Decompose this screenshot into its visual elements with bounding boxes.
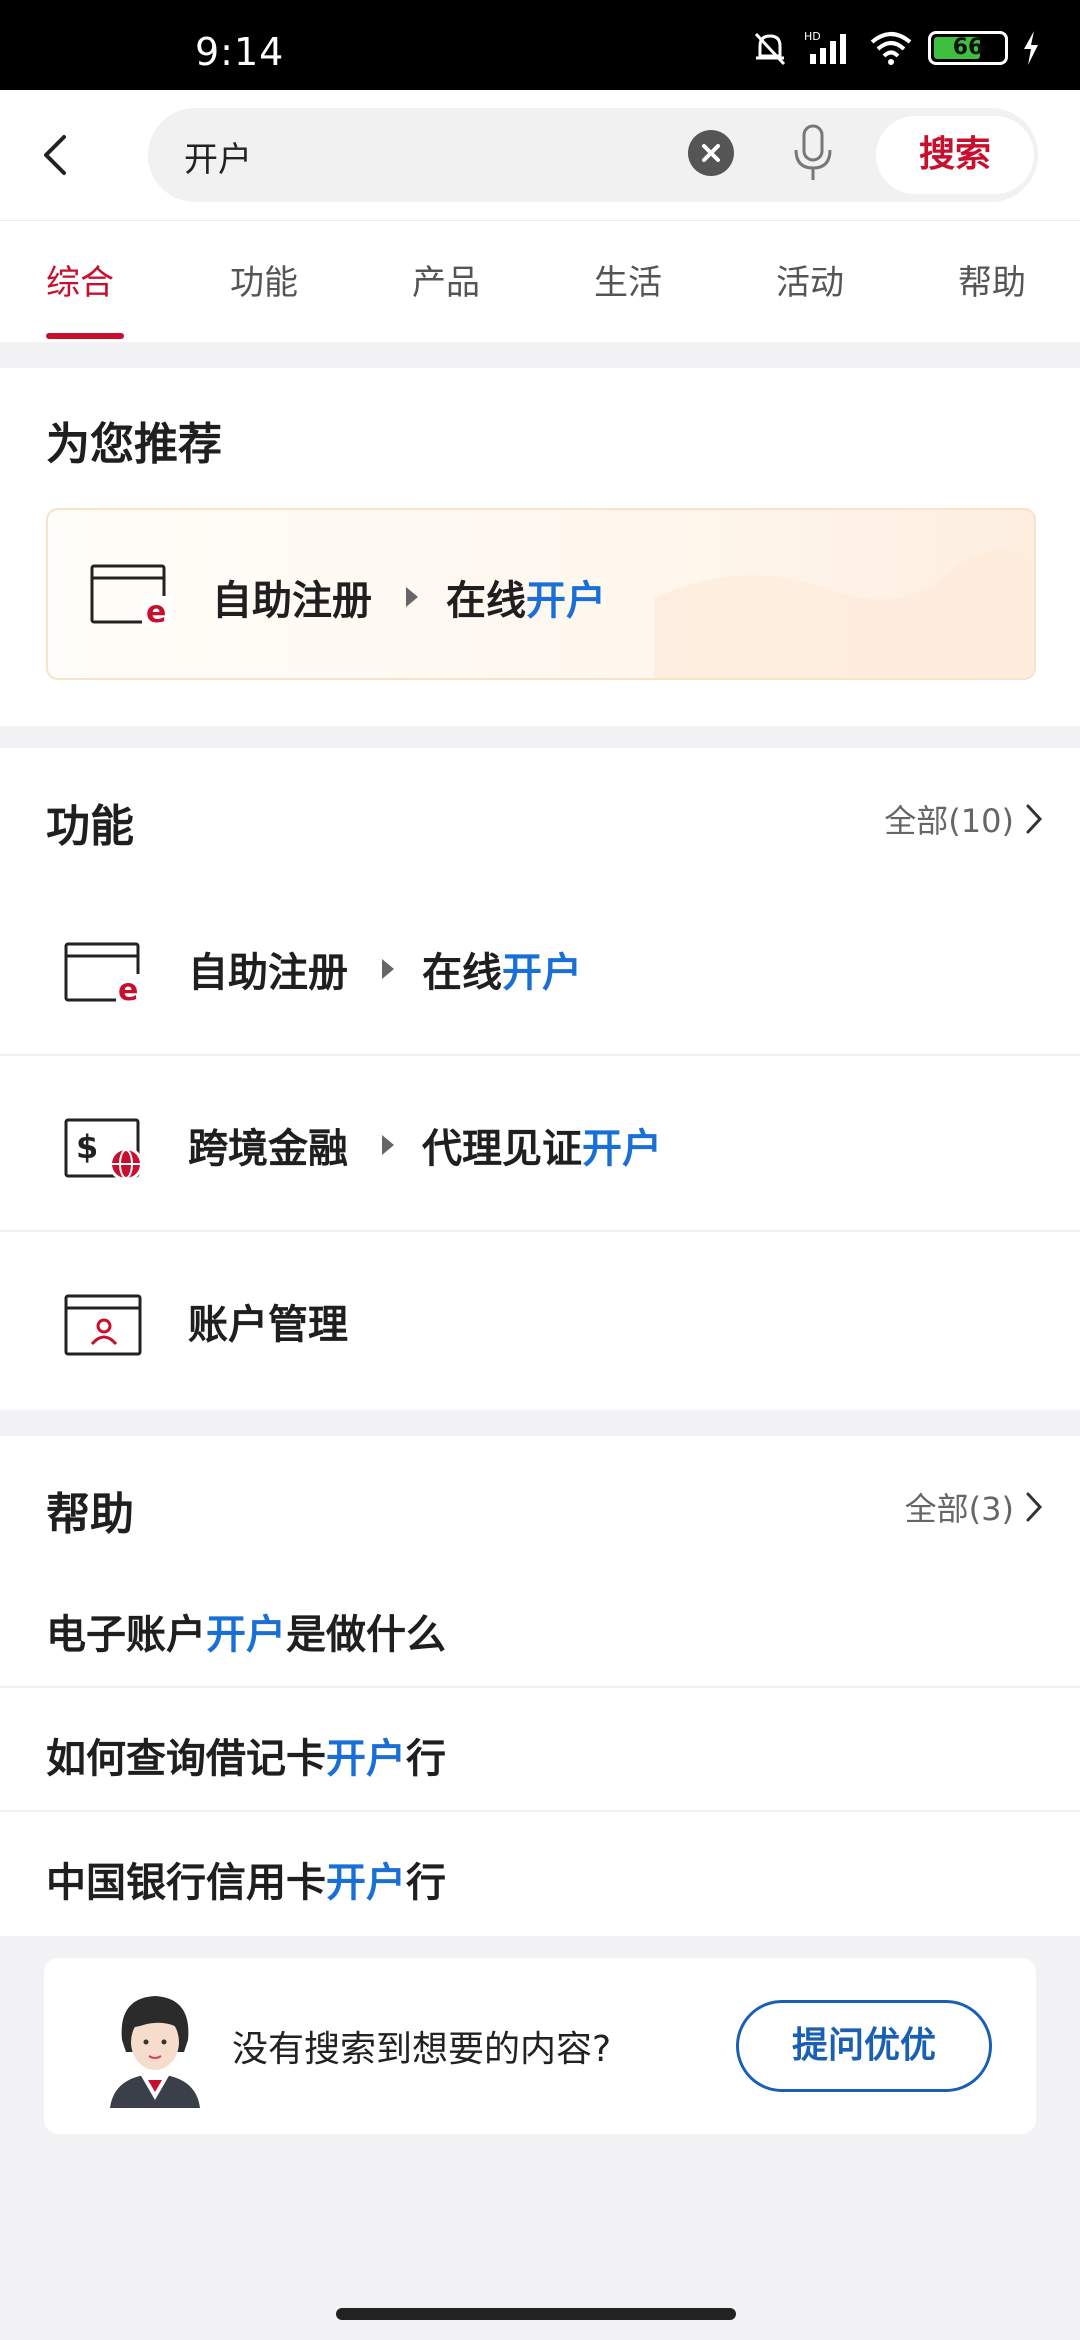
chevron-right-icon <box>1026 1492 1043 1522</box>
help-more-label: 全部(3) <box>904 1490 1014 1528</box>
voice-search-button[interactable] <box>788 122 838 184</box>
recommend-card[interactable]: e 自助注册 在线 开户 <box>46 508 1036 680</box>
help-item[interactable]: 中国银行信用卡开户行 <box>0 1814 1080 1936</box>
function-item[interactable]: $ 跨境金融 代理见证 开户 <box>0 1056 1080 1232</box>
recommend-item-highlight: 开户 <box>526 578 606 624</box>
svg-text:e: e <box>118 973 138 1006</box>
help-title: 帮助 <box>46 1489 134 1540</box>
help-item-before: 中国银行信用卡 <box>46 1860 326 1906</box>
charging-icon <box>1024 31 1038 65</box>
function-item[interactable]: e 自助注册 在线 开户 <box>0 880 1080 1056</box>
help-item-after: 行 <box>406 1736 446 1782</box>
recommend-item-prefix: 自助注册 <box>212 578 372 624</box>
recommend-item-label: 在线 <box>446 578 526 624</box>
help-item[interactable]: 如何查询借记卡开户行 <box>0 1690 1080 1812</box>
close-icon <box>702 144 720 162</box>
function-item-label: 在线 <box>422 950 502 996</box>
card-e-icon: e <box>90 564 172 628</box>
category-tabs: 综合 功能 产品 生活 活动 帮助 <box>0 220 1080 342</box>
help-item-highlight: 开户 <box>326 1860 406 1906</box>
network-label: HD <box>804 30 821 43</box>
function-item[interactable]: 账户管理 <box>0 1232 1080 1408</box>
back-button[interactable] <box>40 120 100 190</box>
tab-products[interactable]: 产品 <box>412 255 480 304</box>
function-item-text: 账户管理 <box>188 1292 348 1350</box>
help-item-highlight: 开户 <box>206 1612 286 1658</box>
help-item-highlight: 开户 <box>326 1736 406 1782</box>
functions-more-label: 全部(10) <box>884 802 1014 840</box>
chevron-right-icon <box>1026 804 1043 834</box>
back-arrow-icon <box>44 135 66 175</box>
card-background-wave <box>654 550 1034 678</box>
help-item-text: 电子账户开户是做什么 <box>46 1602 446 1660</box>
tab-comprehensive[interactable]: 综合 <box>46 255 114 304</box>
tab-functions[interactable]: 功能 <box>230 255 298 304</box>
function-item-prefix: 跨境金融 <box>188 1126 348 1172</box>
function-item-prefix: 自助注册 <box>188 950 348 996</box>
triangle-right-icon <box>382 1135 394 1155</box>
recommend-section: 为您推荐 e 自助注册 在线 开户 <box>0 368 1080 726</box>
svg-text:e: e <box>146 595 166 628</box>
account-icon <box>64 1294 142 1356</box>
function-item-text: 自助注册 在线 开户 <box>188 940 582 998</box>
functions-title: 功能 <box>46 801 134 852</box>
search-input[interactable]: 开户 <box>184 132 252 181</box>
status-icons: HD 66 <box>750 28 1040 68</box>
function-item-highlight: 开户 <box>582 1126 662 1172</box>
signal-icon: HD <box>804 30 846 64</box>
microphone-icon <box>794 124 832 180</box>
status-time: 9:14 <box>195 30 285 74</box>
card-e-icon: e <box>64 942 144 1006</box>
active-tab-indicator <box>46 333 124 339</box>
help-item-text: 中国银行信用卡开户行 <box>46 1850 446 1908</box>
status-bar: 9:14 HD 66 <box>0 0 1080 90</box>
function-item-text: 跨境金融 代理见证 开户 <box>188 1116 662 1174</box>
help-item-after: 是做什么 <box>286 1612 446 1658</box>
search-button[interactable]: 搜索 <box>876 116 1034 194</box>
battery-icon: 66 <box>928 31 1008 65</box>
ask-assistant-card: 没有搜索到想要的内容? 提问优优 <box>44 1958 1036 2134</box>
help-more-link[interactable]: 全部(3) <box>905 1484 1044 1530</box>
clear-button[interactable] <box>688 130 734 176</box>
tab-help[interactable]: 帮助 <box>958 255 1026 304</box>
search-header: 开户 搜索 <box>0 90 1080 220</box>
help-item-text: 如何查询借记卡开户行 <box>46 1726 446 1784</box>
tab-activities[interactable]: 活动 <box>776 255 844 304</box>
cross-border-icon: $ <box>64 1118 143 1181</box>
ask-assistant-button[interactable]: 提问优优 <box>736 2000 992 2092</box>
help-item-after: 行 <box>406 1860 446 1906</box>
ask-prompt-text: 没有搜索到想要的内容? <box>232 2029 612 2070</box>
function-item-label: 代理见证 <box>422 1126 582 1172</box>
functions-section: 功能 全部(10) e 自助注册 在线 开户 $ 跨境金融 代理见证 开户 账户… <box>0 748 1080 1410</box>
recommend-item-text: 自助注册 在线 开户 <box>212 568 606 626</box>
recommend-title: 为您推荐 <box>46 419 222 470</box>
help-section: 帮助 全部(3) 电子账户开户是做什么 如何查询借记卡开户行 中国银行信用卡开户… <box>0 1436 1080 1936</box>
battery-level: 66 <box>952 35 984 60</box>
svg-text:$: $ <box>76 1128 98 1166</box>
triangle-right-icon <box>406 587 418 607</box>
help-item[interactable]: 电子账户开户是做什么 <box>0 1566 1080 1688</box>
tab-life[interactable]: 生活 <box>594 255 662 304</box>
wifi-icon <box>870 32 912 65</box>
search-box[interactable]: 开户 搜索 <box>148 108 1038 202</box>
home-indicator[interactable] <box>336 2308 736 2320</box>
assistant-avatar <box>110 1996 200 2108</box>
help-item-before: 如何查询借记卡 <box>46 1736 326 1782</box>
help-item-before: 电子账户 <box>46 1612 206 1658</box>
triangle-right-icon <box>382 959 394 979</box>
function-item-prefix: 账户管理 <box>188 1302 348 1348</box>
mute-bell-icon <box>754 32 786 66</box>
function-item-highlight: 开户 <box>502 950 582 996</box>
functions-more-link[interactable]: 全部(10) <box>884 796 1044 842</box>
